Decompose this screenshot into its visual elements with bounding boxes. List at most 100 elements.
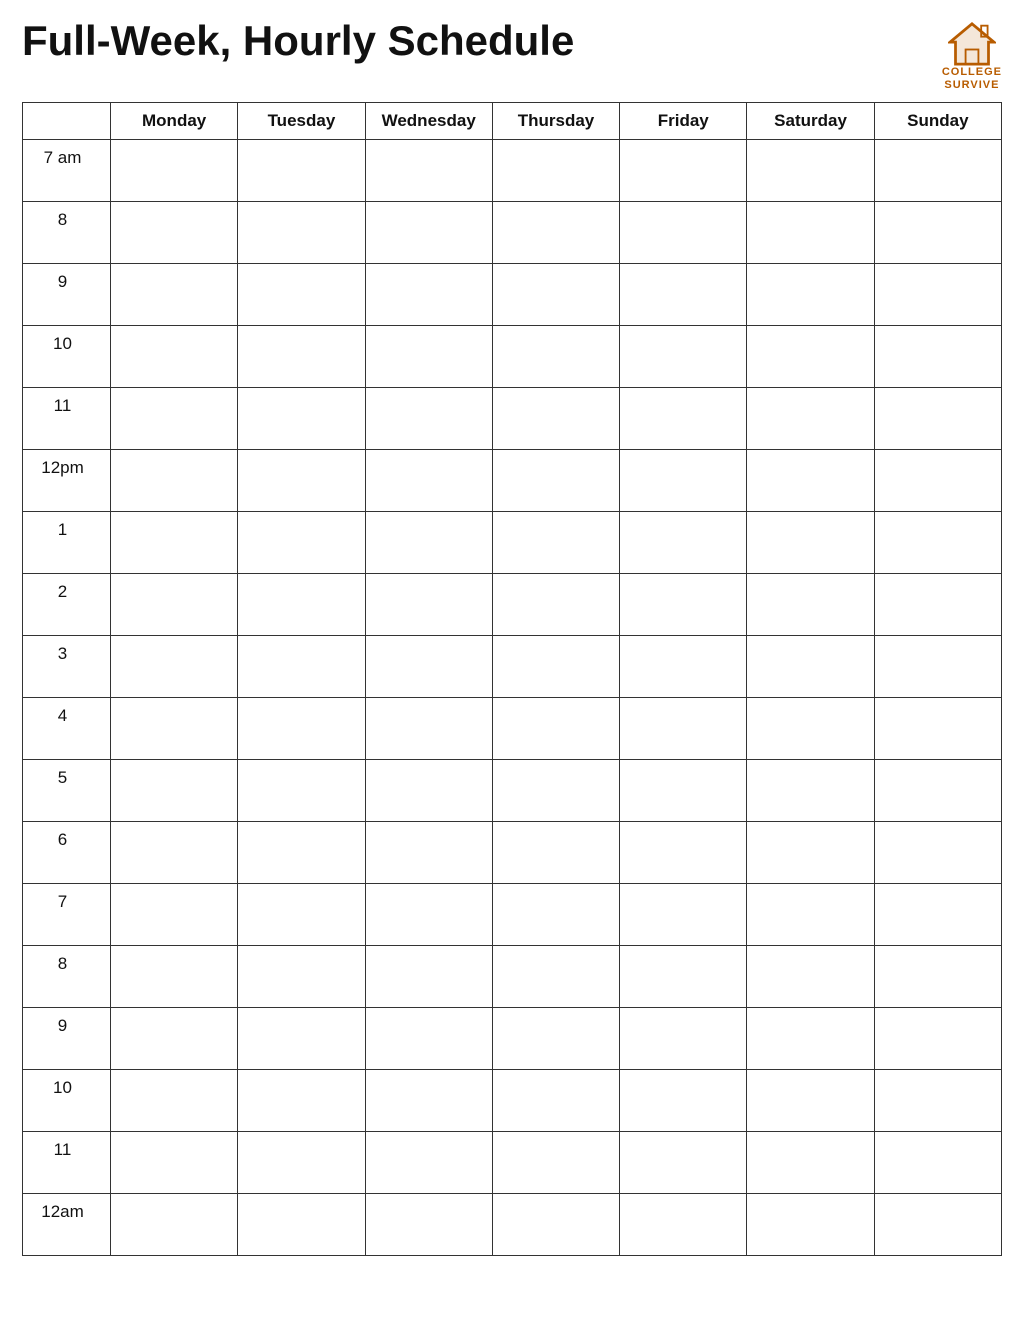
schedule-cell[interactable] — [747, 698, 874, 760]
schedule-cell[interactable] — [365, 698, 492, 760]
schedule-cell[interactable] — [238, 1132, 365, 1194]
schedule-cell[interactable] — [747, 884, 874, 946]
schedule-cell[interactable] — [238, 574, 365, 636]
schedule-cell[interactable] — [238, 1008, 365, 1070]
schedule-cell[interactable] — [111, 388, 238, 450]
schedule-cell[interactable] — [874, 388, 1001, 450]
schedule-cell[interactable] — [238, 512, 365, 574]
schedule-cell[interactable] — [365, 140, 492, 202]
schedule-cell[interactable] — [238, 760, 365, 822]
schedule-cell[interactable] — [747, 946, 874, 1008]
schedule-cell[interactable] — [492, 946, 619, 1008]
schedule-cell[interactable] — [365, 760, 492, 822]
schedule-cell[interactable] — [238, 1194, 365, 1256]
schedule-cell[interactable] — [111, 1194, 238, 1256]
schedule-cell[interactable] — [747, 326, 874, 388]
schedule-cell[interactable] — [111, 574, 238, 636]
schedule-cell[interactable] — [747, 140, 874, 202]
schedule-cell[interactable] — [874, 1008, 1001, 1070]
schedule-cell[interactable] — [492, 1194, 619, 1256]
schedule-cell[interactable] — [238, 884, 365, 946]
schedule-cell[interactable] — [111, 946, 238, 1008]
schedule-cell[interactable] — [620, 1132, 747, 1194]
schedule-cell[interactable] — [620, 264, 747, 326]
schedule-cell[interactable] — [492, 450, 619, 512]
schedule-cell[interactable] — [874, 822, 1001, 884]
schedule-cell[interactable] — [238, 388, 365, 450]
schedule-cell[interactable] — [365, 326, 492, 388]
schedule-cell[interactable] — [365, 1008, 492, 1070]
schedule-cell[interactable] — [111, 326, 238, 388]
schedule-cell[interactable] — [620, 574, 747, 636]
schedule-cell[interactable] — [238, 450, 365, 512]
schedule-cell[interactable] — [874, 636, 1001, 698]
schedule-cell[interactable] — [238, 264, 365, 326]
schedule-cell[interactable] — [492, 512, 619, 574]
schedule-cell[interactable] — [492, 760, 619, 822]
schedule-cell[interactable] — [620, 884, 747, 946]
schedule-cell[interactable] — [620, 512, 747, 574]
schedule-cell[interactable] — [620, 1194, 747, 1256]
schedule-cell[interactable] — [620, 388, 747, 450]
schedule-cell[interactable] — [747, 822, 874, 884]
schedule-cell[interactable] — [365, 636, 492, 698]
schedule-cell[interactable] — [365, 264, 492, 326]
schedule-cell[interactable] — [874, 140, 1001, 202]
schedule-cell[interactable] — [747, 1070, 874, 1132]
schedule-cell[interactable] — [492, 698, 619, 760]
schedule-cell[interactable] — [747, 512, 874, 574]
schedule-cell[interactable] — [492, 1132, 619, 1194]
schedule-cell[interactable] — [365, 202, 492, 264]
schedule-cell[interactable] — [111, 698, 238, 760]
schedule-cell[interactable] — [492, 884, 619, 946]
schedule-cell[interactable] — [111, 884, 238, 946]
schedule-cell[interactable] — [365, 1070, 492, 1132]
schedule-cell[interactable] — [111, 140, 238, 202]
schedule-cell[interactable] — [492, 1070, 619, 1132]
schedule-cell[interactable] — [365, 512, 492, 574]
schedule-cell[interactable] — [874, 1194, 1001, 1256]
schedule-cell[interactable] — [365, 388, 492, 450]
schedule-cell[interactable] — [747, 760, 874, 822]
schedule-cell[interactable] — [238, 1070, 365, 1132]
schedule-cell[interactable] — [747, 1132, 874, 1194]
schedule-cell[interactable] — [238, 326, 365, 388]
schedule-cell[interactable] — [492, 388, 619, 450]
schedule-cell[interactable] — [874, 202, 1001, 264]
schedule-cell[interactable] — [492, 822, 619, 884]
schedule-cell[interactable] — [747, 388, 874, 450]
schedule-cell[interactable] — [365, 822, 492, 884]
schedule-cell[interactable] — [874, 1070, 1001, 1132]
schedule-cell[interactable] — [111, 450, 238, 512]
schedule-cell[interactable] — [620, 140, 747, 202]
schedule-cell[interactable] — [620, 202, 747, 264]
schedule-cell[interactable] — [238, 822, 365, 884]
schedule-cell[interactable] — [620, 450, 747, 512]
schedule-cell[interactable] — [111, 636, 238, 698]
schedule-cell[interactable] — [874, 1132, 1001, 1194]
schedule-cell[interactable] — [620, 1008, 747, 1070]
schedule-cell[interactable] — [365, 1194, 492, 1256]
schedule-cell[interactable] — [620, 822, 747, 884]
schedule-cell[interactable] — [111, 1132, 238, 1194]
schedule-cell[interactable] — [492, 326, 619, 388]
schedule-cell[interactable] — [874, 698, 1001, 760]
schedule-cell[interactable] — [874, 450, 1001, 512]
schedule-cell[interactable] — [492, 636, 619, 698]
schedule-cell[interactable] — [238, 946, 365, 1008]
schedule-cell[interactable] — [111, 202, 238, 264]
schedule-cell[interactable] — [620, 698, 747, 760]
schedule-cell[interactable] — [747, 202, 874, 264]
schedule-cell[interactable] — [365, 1132, 492, 1194]
schedule-cell[interactable] — [492, 574, 619, 636]
schedule-cell[interactable] — [365, 946, 492, 1008]
schedule-cell[interactable] — [238, 698, 365, 760]
schedule-cell[interactable] — [620, 946, 747, 1008]
schedule-cell[interactable] — [492, 264, 619, 326]
schedule-cell[interactable] — [620, 760, 747, 822]
schedule-cell[interactable] — [492, 140, 619, 202]
schedule-cell[interactable] — [620, 326, 747, 388]
schedule-cell[interactable] — [747, 636, 874, 698]
schedule-cell[interactable] — [874, 946, 1001, 1008]
schedule-cell[interactable] — [874, 326, 1001, 388]
